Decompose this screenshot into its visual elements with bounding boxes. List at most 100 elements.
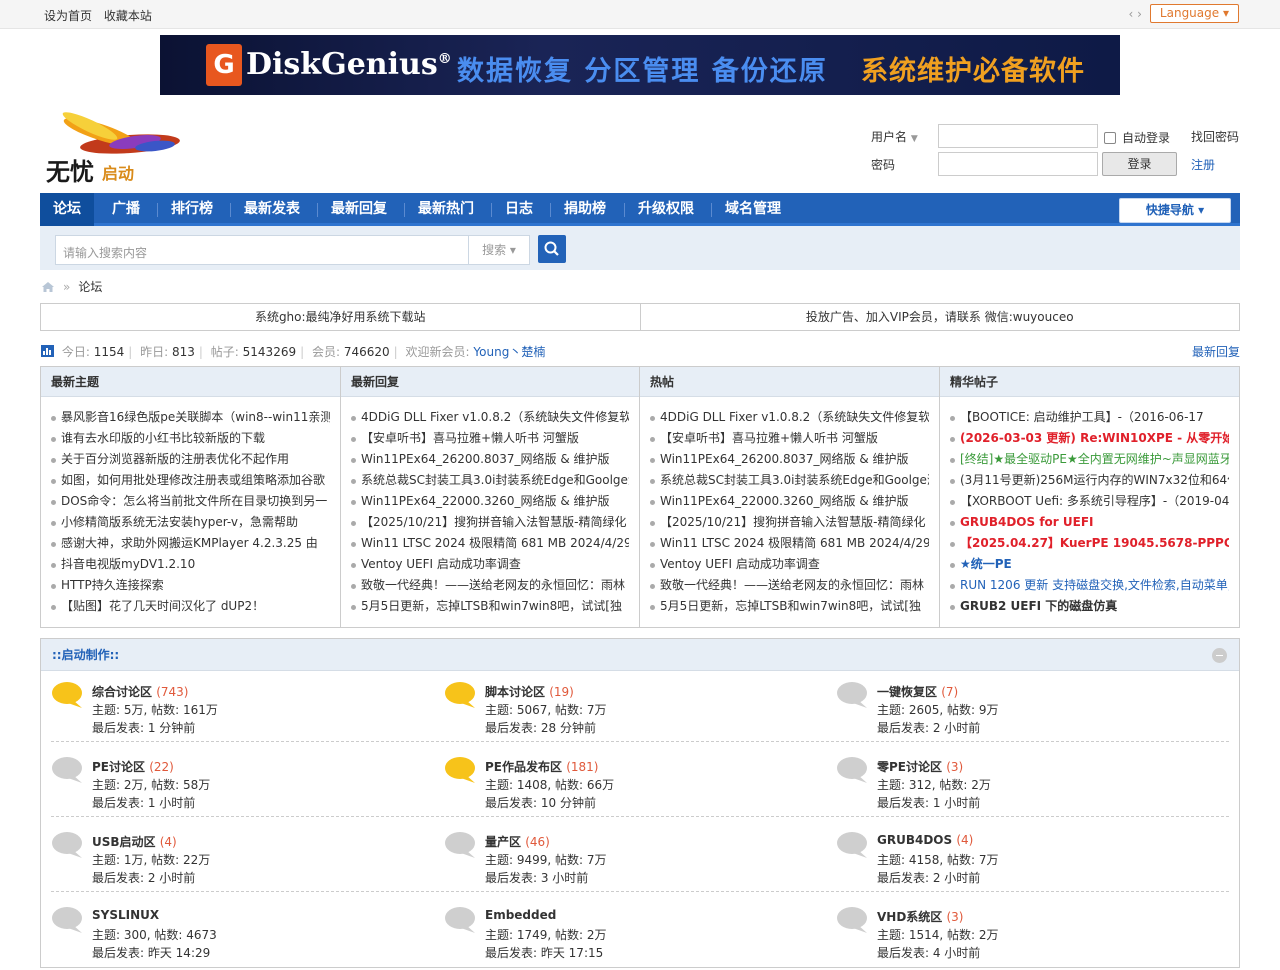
thread-link[interactable]: Win11PEx64_26200.8037_网络版 & 维护版 bbox=[351, 449, 629, 470]
thread-link[interactable]: (3月11号更新)256M运行内存的WIN7x32位和64位 bbox=[950, 470, 1229, 491]
thread-link[interactable]: 小修精简版系统无法安装hyper-v，急需帮助 bbox=[51, 512, 330, 533]
nav-blog[interactable]: 日志 bbox=[492, 193, 546, 226]
thread-link[interactable]: 致敬一代经典！——送给老网友的永恒回忆：雨林 bbox=[650, 575, 929, 596]
thread-link[interactable]: RUN 1206 更新 支持磁盘交换,文件检索,自动菜单, bbox=[950, 575, 1229, 596]
thread-link[interactable]: 关于百分浏览器新版的注册表优化不起作用 bbox=[51, 449, 330, 470]
home-icon[interactable] bbox=[41, 281, 55, 293]
thread-link[interactable]: 【2025/10/21】搜狗拼音输入法智慧版-精简绿化 bbox=[650, 512, 929, 533]
username-input[interactable] bbox=[938, 124, 1098, 148]
forum-name[interactable]: 脚本讨论区 (19) bbox=[485, 683, 574, 700]
site-logo[interactable]: 无忧 启动 bbox=[40, 110, 182, 186]
ad-right-link[interactable]: 投放广告、加入VIP会员，请联系 微信:wuyouceo bbox=[641, 304, 1240, 330]
thread-link[interactable]: GRUB2 UEFI 下的磁盘仿真 bbox=[950, 596, 1229, 617]
forum-item[interactable]: 脚本讨论区 (19) 主题: 5067, 帖数: 7万 最后发表: 28 分钟前 bbox=[444, 681, 824, 745]
thread-link[interactable]: 系统总裁SC封装工具3.0i封装系统Edge和Goolge浏 bbox=[650, 470, 929, 491]
thread-link[interactable]: 感谢大神，求助外网搬运KMPlayer 4.2.3.25 由 bbox=[51, 533, 330, 554]
set-homepage-link[interactable]: 设为首页 bbox=[44, 9, 92, 23]
thread-link[interactable]: Win11 LTSC 2024 极限精简 681 MB 2024/4/29更 bbox=[650, 533, 929, 554]
forum-name[interactable]: USB启动区 (4) bbox=[92, 833, 177, 850]
thread-link[interactable]: 【安卓听书】喜马拉雅+懒人听书 河蟹版 bbox=[351, 428, 629, 449]
forum-last-post[interactable]: 最后发表: 1 小时前 bbox=[877, 794, 980, 811]
thread-link[interactable]: 谁有去水印版的小红书比较新版的下载 bbox=[51, 428, 330, 449]
forum-item[interactable]: SYSLINUX 主题: 300, 帖数: 4673 最后发表: 昨天 14:29 bbox=[51, 906, 431, 970]
forum-last-post[interactable]: 最后发表: 2 小时前 bbox=[877, 719, 980, 736]
diskgenius-banner-ad[interactable]: G DiskGenius® 数据恢复 分区管理 备份还原 系统维护必备软件 bbox=[160, 35, 1120, 95]
new-member-link[interactable]: Young丶楚楠 bbox=[473, 345, 545, 359]
forum-last-post[interactable]: 最后发表: 昨天 14:29 bbox=[92, 944, 210, 961]
nav-latest-hot[interactable]: 最新热门 bbox=[405, 193, 487, 226]
forum-last-post[interactable]: 最后发表: 昨天 17:15 bbox=[485, 944, 603, 961]
thread-link[interactable]: 【XORBOOT Uefi: 多系统引导程序】-（2019-04- bbox=[950, 491, 1229, 512]
forum-last-post[interactable]: 最后发表: 1 分钟前 bbox=[92, 719, 195, 736]
auto-login-checkbox[interactable]: 自动登录 bbox=[1104, 129, 1170, 146]
thread-link[interactable]: 【BOOTICE: 启动维护工具】-（2016-06-17 bbox=[950, 407, 1229, 428]
login-button[interactable]: 登录 bbox=[1102, 152, 1177, 176]
thread-link[interactable]: 【2025/10/21】搜狗拼音输入法智慧版-精简绿化 bbox=[351, 512, 629, 533]
forum-last-post[interactable]: 最后发表: 1 小时前 bbox=[92, 794, 195, 811]
thread-link[interactable]: Win11PEx64_22000.3260_网络版 & 维护版 bbox=[650, 491, 929, 512]
forum-last-post[interactable]: 最后发表: 28 分钟前 bbox=[485, 719, 596, 736]
thread-link[interactable]: 如图，如何用批处理修改注册表或组策略添加谷歌 bbox=[51, 470, 330, 491]
thread-link[interactable]: Win11PEx64_22000.3260_网络版 & 维护版 bbox=[351, 491, 629, 512]
thread-link[interactable]: 系统总裁SC封装工具3.0i封装系统Edge和Goolge浏 bbox=[351, 470, 629, 491]
nav-broadcast[interactable]: 广播 bbox=[99, 193, 153, 226]
forum-last-post[interactable]: 最后发表: 4 小时前 bbox=[877, 944, 980, 961]
thread-link[interactable]: 5月5日更新，忘掉LTSB和win7win8吧，试试[独 bbox=[650, 596, 929, 617]
checkbox-icon[interactable] bbox=[1104, 131, 1116, 144]
latest-reply-link[interactable]: 最新回复 bbox=[1192, 343, 1240, 360]
thread-link[interactable]: 抖音电视版myDV1.2.10 bbox=[51, 554, 330, 575]
thread-link[interactable]: [终结]★最全驱动PE★全内置无网维护~声显网蓝牙 bbox=[950, 449, 1229, 470]
thread-link[interactable]: HTTP持久连接探索 bbox=[51, 575, 330, 596]
password-input[interactable] bbox=[938, 152, 1098, 176]
forum-item[interactable]: 零PE讨论区 (3) 主题: 312, 帖数: 2万 最后发表: 1 小时前 bbox=[836, 756, 1216, 820]
nav-forum[interactable]: 论坛 bbox=[40, 193, 94, 226]
thread-link[interactable]: 暴风影音16绿色版pe关联脚本（win8--win11亲测 bbox=[51, 407, 330, 428]
breadcrumb-forum[interactable]: 论坛 bbox=[78, 278, 102, 295]
nav-ranking[interactable]: 排行榜 bbox=[158, 193, 226, 226]
nav-latest-replies[interactable]: 最新回复 bbox=[318, 193, 400, 226]
forum-item[interactable]: 一键恢复区 (7) 主题: 2605, 帖数: 9万 最后发表: 2 小时前 bbox=[836, 681, 1216, 745]
nav-latest-posts[interactable]: 最新发表 bbox=[231, 193, 313, 226]
language-button[interactable]: Language ▾ bbox=[1149, 4, 1239, 23]
forum-last-post[interactable]: 最后发表: 2 小时前 bbox=[877, 869, 980, 886]
thread-link[interactable]: ★统一PE bbox=[950, 554, 1229, 575]
thread-link[interactable]: (2026-03-03 更新) Re:WIN10XPE - 从零开始构建 bbox=[950, 428, 1229, 449]
thread-link[interactable]: 5月5日更新，忘掉LTSB和win7win8吧，试试[独 bbox=[351, 596, 629, 617]
forum-name[interactable]: GRUB4DOS (4) bbox=[877, 833, 973, 847]
forum-name[interactable]: 一键恢复区 (7) bbox=[877, 683, 958, 700]
search-button[interactable] bbox=[538, 235, 566, 263]
thread-link[interactable]: 【贴图】花了几天时间汉化了 dUP2！ bbox=[51, 596, 330, 617]
ad-left-link[interactable]: 系统gho:最纯净好用系统下载站 bbox=[41, 304, 641, 330]
thread-link[interactable]: 4DDiG DLL Fixer v1.0.8.2（系统缺失文件修复软 bbox=[650, 407, 929, 428]
thread-link[interactable]: Win11 LTSC 2024 极限精简 681 MB 2024/4/29更 bbox=[351, 533, 629, 554]
forum-name[interactable]: PE讨论区 (22) bbox=[92, 758, 174, 775]
forum-name[interactable]: 量产区 (46) bbox=[485, 833, 550, 850]
forum-item[interactable]: USB启动区 (4) 主题: 1万, 帖数: 22万 最后发表: 2 小时前 bbox=[51, 831, 431, 895]
bookmark-link[interactable]: 收藏本站 bbox=[104, 9, 152, 23]
forum-name[interactable]: 零PE讨论区 (3) bbox=[877, 758, 963, 775]
forum-name[interactable]: PE作品发布区 (181) bbox=[485, 758, 598, 775]
username-label[interactable]: 用户名 ▼ bbox=[871, 128, 918, 145]
nav-upgrade[interactable]: 升级权限 bbox=[625, 193, 707, 226]
forum-item[interactable]: 量产区 (46) 主题: 9499, 帖数: 7万 最后发表: 3 小时前 bbox=[444, 831, 824, 895]
nav-donation[interactable]: 捐助榜 bbox=[551, 193, 619, 226]
forum-item[interactable]: PE作品发布区 (181) 主题: 1408, 帖数: 66万 最后发表: 10 分… bbox=[444, 756, 824, 820]
nav-domain[interactable]: 域名管理 bbox=[712, 193, 794, 226]
forum-name[interactable]: VHD系统区 (3) bbox=[877, 908, 963, 925]
forum-name[interactable]: Embedded bbox=[485, 908, 556, 922]
thread-link[interactable]: GRUB4DOS for UEFI bbox=[950, 512, 1229, 533]
thread-link[interactable]: 4DDiG DLL Fixer v1.0.8.2（系统缺失文件修复软 bbox=[351, 407, 629, 428]
forum-item[interactable]: VHD系统区 (3) 主题: 1514, 帖数: 2万 最后发表: 4 小时前 bbox=[836, 906, 1216, 970]
forum-last-post[interactable]: 最后发表: 2 小时前 bbox=[92, 869, 195, 886]
thread-link[interactable]: DOS命令：怎么将当前批文件所在目录切换到另一 bbox=[51, 491, 330, 512]
search-type-select[interactable]: 搜索 ▾ bbox=[468, 236, 529, 264]
forum-last-post[interactable]: 最后发表: 3 小时前 bbox=[485, 869, 588, 886]
code-icon[interactable]: ‹ › bbox=[1129, 7, 1142, 21]
forum-item[interactable]: Embedded 主题: 1749, 帖数: 2万 最后发表: 昨天 17:15 bbox=[444, 906, 824, 970]
thread-link[interactable]: Win11PEx64_26200.8037_网络版 & 维护版 bbox=[650, 449, 929, 470]
thread-link[interactable]: Ventoy UEFI 启动成功率调查 bbox=[650, 554, 929, 575]
register-link[interactable]: 注册 bbox=[1191, 156, 1215, 173]
quick-nav-button[interactable]: 快捷导航 ▾ bbox=[1119, 198, 1231, 223]
forum-item[interactable]: PE讨论区 (22) 主题: 2万, 帖数: 58万 最后发表: 1 小时前 bbox=[51, 756, 431, 820]
section-header[interactable]: ::启动制作:: bbox=[41, 639, 1239, 671]
